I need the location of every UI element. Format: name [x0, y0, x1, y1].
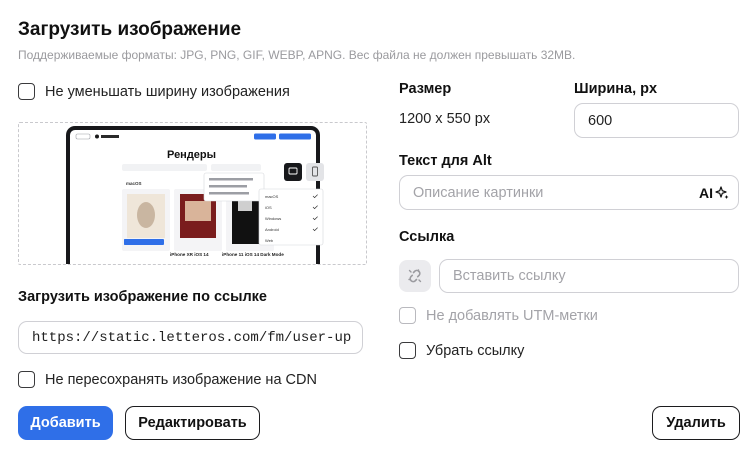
keep-width-checkbox[interactable]	[18, 83, 35, 100]
remove-link-checkbox[interactable]	[399, 342, 416, 359]
ai-label: AI	[699, 184, 713, 201]
preview-menu-item: Web	[265, 238, 274, 243]
remove-link-checkbox-row[interactable]: Убрать ссылку	[399, 342, 524, 359]
remove-link-label: Убрать ссылку	[426, 342, 525, 359]
supported-formats-hint: Поддерживаемые форматы: JPG, PNG, GIF, W…	[18, 48, 576, 62]
no-cdn-label: Не пересохранять изображение на CDN	[45, 371, 317, 388]
no-utm-label: Не добавлять UTM-метки	[426, 307, 598, 324]
dialog-title: Загрузить изображение	[18, 19, 242, 40]
alt-text-input[interactable]: Описание картинки AI	[399, 175, 739, 210]
ai-generate-button[interactable]: AI	[699, 185, 730, 201]
delete-button[interactable]: Удалить	[652, 406, 740, 440]
unlink-icon	[408, 269, 422, 283]
no-cdn-checkbox-row[interactable]: Не пересохранять изображение на CDN	[18, 371, 317, 388]
link-placeholder: Вставить ссылку	[453, 268, 566, 284]
preview-menu-item: iOS	[265, 205, 272, 210]
unlink-button[interactable]	[399, 260, 431, 292]
link-input[interactable]: Вставить ссылку	[439, 259, 739, 293]
preview-page-title: Рендеры	[167, 149, 216, 161]
alt-text-heading: Текст для Alt	[399, 153, 492, 169]
image-preview: Рендеры macOS iPhone XR iOS 14 iPhone 11…	[18, 122, 367, 265]
width-value: 600	[588, 112, 613, 129]
image-url-value: https://static.letteros.com/fm/user-up	[32, 329, 352, 346]
width-heading: Ширина, px	[574, 81, 658, 97]
size-value: 1200 x 550 px	[399, 111, 491, 127]
preview-screenshot: Рендеры macOS iPhone XR iOS 14 iPhone 11…	[66, 126, 324, 264]
keep-width-label: Не уменьшать ширину изображения	[45, 83, 290, 100]
no-utm-checkbox-row[interactable]: Не добавлять UTM-метки	[399, 307, 598, 324]
keep-width-checkbox-row[interactable]: Не уменьшать ширину изображения	[18, 83, 290, 100]
add-button[interactable]: Добавить	[18, 406, 113, 440]
image-url-input[interactable]: https://static.letteros.com/fm/user-up	[18, 321, 363, 354]
preview-menu-item: Android	[265, 227, 279, 232]
preview-card-caption: iPhone 11 iOS 14 Dark Mode	[222, 252, 284, 257]
preview-card-caption: iPhone XR iOS 14	[170, 252, 209, 257]
preview-menu-item: Windows	[265, 216, 281, 221]
preview-menu-item: macOS	[265, 194, 279, 199]
no-cdn-checkbox[interactable]	[18, 371, 35, 388]
no-utm-checkbox[interactable]	[399, 307, 416, 324]
edit-button[interactable]: Редактировать	[125, 406, 260, 440]
size-heading: Размер	[399, 81, 452, 97]
sparkle-icon	[715, 185, 729, 199]
link-heading: Ссылка	[399, 229, 455, 245]
width-input[interactable]: 600	[574, 103, 739, 138]
alt-text-placeholder: Описание картинки	[413, 184, 544, 201]
upload-by-url-heading: Загрузить изображение по ссылке	[18, 289, 267, 305]
svg-text:macOS: macOS	[126, 181, 142, 186]
